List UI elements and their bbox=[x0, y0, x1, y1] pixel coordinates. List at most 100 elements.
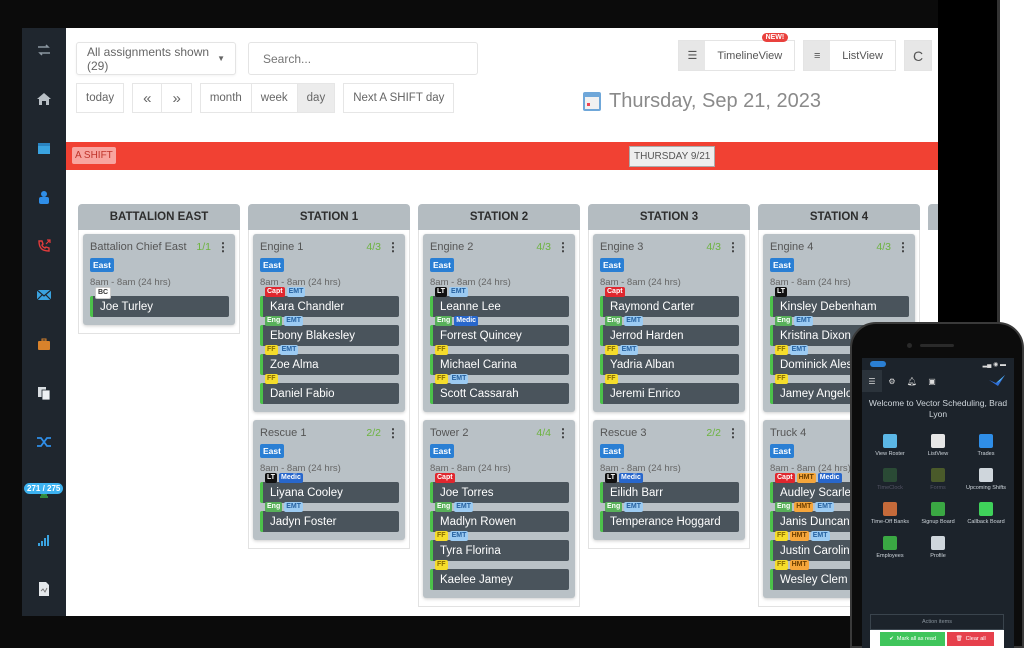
today-button[interactable]: today bbox=[76, 83, 125, 113]
more-options-icon[interactable]: ⋮ bbox=[897, 240, 909, 254]
assignment-row[interactable]: LT Kinsley Debenham bbox=[770, 287, 909, 317]
vector-logo-icon bbox=[989, 375, 1005, 386]
more-options-icon[interactable]: ⋮ bbox=[727, 240, 739, 254]
more-options-icon[interactable]: ⋮ bbox=[387, 240, 399, 254]
phone-tile-view-roster[interactable]: View Roster bbox=[866, 434, 914, 458]
unit-card: Rescue 3 2/2 ⋮ East 8am - 8am (24 hrs) LT… bbox=[593, 420, 745, 540]
assignment-row[interactable]: FF Jeremi Enrico bbox=[600, 374, 739, 404]
sidebar-item-phone-callback[interactable] bbox=[22, 224, 66, 273]
sidebar-item-swap[interactable] bbox=[22, 28, 66, 77]
day-button[interactable]: day bbox=[296, 83, 336, 113]
assignment-row[interactable]: Eng EMT Madlyn Rowen bbox=[430, 502, 569, 532]
sidebar-item-mail[interactable] bbox=[22, 273, 66, 322]
qualification-tag: EMT bbox=[284, 502, 304, 512]
prev-button[interactable]: « bbox=[132, 83, 162, 113]
phone-tile-label: Profile bbox=[930, 553, 946, 559]
assignment-row[interactable]: FF Daniel Fabio bbox=[260, 374, 399, 404]
unit-name: Truck 4 bbox=[770, 427, 807, 439]
person-name: Forrest Quincey bbox=[440, 330, 522, 342]
qualification-tags: Eng EMT bbox=[265, 502, 304, 512]
search-input[interactable] bbox=[248, 42, 478, 75]
person-name: Jadyn Foster bbox=[270, 516, 337, 528]
area-badge: East bbox=[770, 258, 794, 272]
unit-header-right: 1/1 ⋮ bbox=[196, 240, 229, 254]
phone-tile-upcoming-shifts[interactable]: Upcoming Shifts bbox=[962, 468, 1010, 492]
assignment-row[interactable]: Eng EMT Temperance Hoggard bbox=[600, 502, 739, 532]
calendar-check-icon bbox=[979, 468, 993, 482]
area-badge: East bbox=[770, 444, 794, 458]
clear-all-button[interactable]: 🗑︎ Clear all bbox=[947, 632, 994, 646]
assignment-row[interactable]: Eng Medic Forrest Quincey bbox=[430, 316, 569, 346]
briefcase-icon bbox=[36, 336, 52, 357]
phone-tile-trades[interactable]: Trades bbox=[962, 434, 1010, 458]
phone-tile-signup-board[interactable]: Signup Board bbox=[914, 502, 962, 526]
assignment-row[interactable]: Eng EMT Ebony Blakesley bbox=[260, 316, 399, 346]
sidebar-item-signup[interactable]: 271 / 275 bbox=[22, 469, 66, 518]
sidebar-item-briefcase[interactable] bbox=[22, 322, 66, 371]
phone-tile-employees[interactable]: Employees bbox=[866, 536, 914, 560]
sidebar-item-user-badge[interactable] bbox=[22, 175, 66, 224]
clipboard-icon[interactable]: ▣ bbox=[922, 370, 942, 392]
assignment-row[interactable]: Capt Raymond Carter bbox=[600, 287, 739, 317]
more-options-icon[interactable]: ⋮ bbox=[557, 426, 569, 440]
person-name: Joe Turley bbox=[100, 301, 154, 313]
unit-name: Battalion Chief East bbox=[90, 241, 187, 253]
assignment-row[interactable]: FF Michael Carina bbox=[430, 345, 569, 375]
qualification-tag: HMT bbox=[789, 531, 809, 541]
sidebar-item-documents[interactable] bbox=[22, 371, 66, 420]
sidebar-item-report-file[interactable] bbox=[22, 567, 66, 616]
assignment-row[interactable]: FF EMT Tyra Florina bbox=[430, 531, 569, 561]
qualification-tag: HMT bbox=[789, 560, 809, 570]
assignments-filter-dropdown[interactable]: All assignments shown (29) ▼ bbox=[76, 42, 236, 75]
sidebar-item-shuffle[interactable] bbox=[22, 420, 66, 469]
column-header: STATION 3 bbox=[588, 204, 750, 230]
phone-tile-callback-board[interactable]: Callback Board bbox=[962, 502, 1010, 526]
assignment-row[interactable]: Eng EMT Jerrod Harden bbox=[600, 316, 739, 346]
refresh-button[interactable]: C bbox=[904, 40, 932, 71]
qualification-tag: FF bbox=[435, 531, 448, 541]
person-name: Kristina Dixon bbox=[780, 330, 851, 342]
menu-icon[interactable]: ☰ bbox=[862, 370, 882, 392]
bell-icon[interactable]: 🔔︎ bbox=[902, 370, 922, 392]
phone-tile-listview[interactable]: ListView bbox=[914, 434, 962, 458]
week-button[interactable]: week bbox=[250, 83, 297, 113]
assignment-row[interactable]: Capt EMT Kara Chandler bbox=[260, 287, 399, 317]
phone-tile-timeclock[interactable]: TimeClock bbox=[866, 468, 914, 492]
sidebar-item-calendar[interactable] bbox=[22, 126, 66, 175]
unit-header-right: 2/2 ⋮ bbox=[706, 426, 739, 440]
phone-tile-profile[interactable]: Profile bbox=[914, 536, 962, 560]
next-shift-day-button[interactable]: Next A SHIFT day bbox=[343, 83, 455, 113]
qualification-tag: EMT bbox=[449, 531, 469, 541]
more-options-icon[interactable]: ⋮ bbox=[217, 240, 229, 254]
assignment-row[interactable]: LT Medic Liyana Cooley bbox=[260, 473, 399, 503]
phone-time-pill bbox=[870, 361, 886, 367]
unit-name: Engine 1 bbox=[260, 241, 304, 253]
assignment-row[interactable]: FF Kaelee Jamey bbox=[430, 560, 569, 590]
next-button[interactable]: » bbox=[161, 83, 192, 113]
assignment-row[interactable]: LT EMT Leanne Lee bbox=[430, 287, 569, 317]
assignment-row[interactable]: Capt Joe Torres bbox=[430, 473, 569, 503]
staffing-count: 4/3 bbox=[876, 241, 891, 253]
list-view-button[interactable]: ≡ ListView bbox=[803, 40, 896, 71]
sidebar-item-signal-bars[interactable] bbox=[22, 518, 66, 567]
qualification-tags: Capt HMT Medic bbox=[775, 473, 842, 483]
assignment-row[interactable]: FF EMT Yadria Alban bbox=[600, 345, 739, 375]
assignment-row[interactable]: FF EMT Zoe Alma bbox=[260, 345, 399, 375]
mark-all-read-button[interactable]: ✔ Mark all as read bbox=[880, 632, 946, 646]
shift-label: A SHIFT bbox=[72, 147, 116, 164]
more-options-icon[interactable]: ⋮ bbox=[727, 426, 739, 440]
gear-icon[interactable]: ⚙ bbox=[882, 370, 902, 392]
date-nav-toolbar: today « » month week day Next A SHIFT da… bbox=[76, 83, 455, 113]
assignment-row[interactable]: LT Medic Eilidh Barr bbox=[600, 473, 739, 503]
assignment-row[interactable]: BC Joe Turley bbox=[90, 287, 229, 317]
timeline-view-button[interactable]: ☰ TimelineView NEW! bbox=[678, 33, 796, 71]
phone-tile-forms[interactable]: Forms bbox=[914, 468, 962, 492]
assignment-row[interactable]: FF EMT Scott Cassarah bbox=[430, 374, 569, 404]
month-button[interactable]: month bbox=[199, 83, 251, 113]
assignment-row[interactable]: Eng EMT Jadyn Foster bbox=[260, 502, 399, 532]
phone-tile-time-off-banks[interactable]: Time-Off Banks bbox=[866, 502, 914, 526]
more-options-icon[interactable]: ⋮ bbox=[387, 426, 399, 440]
sidebar-item-home[interactable] bbox=[22, 77, 66, 126]
timeline-view-label: TimelineView bbox=[717, 49, 783, 62]
more-options-icon[interactable]: ⋮ bbox=[557, 240, 569, 254]
